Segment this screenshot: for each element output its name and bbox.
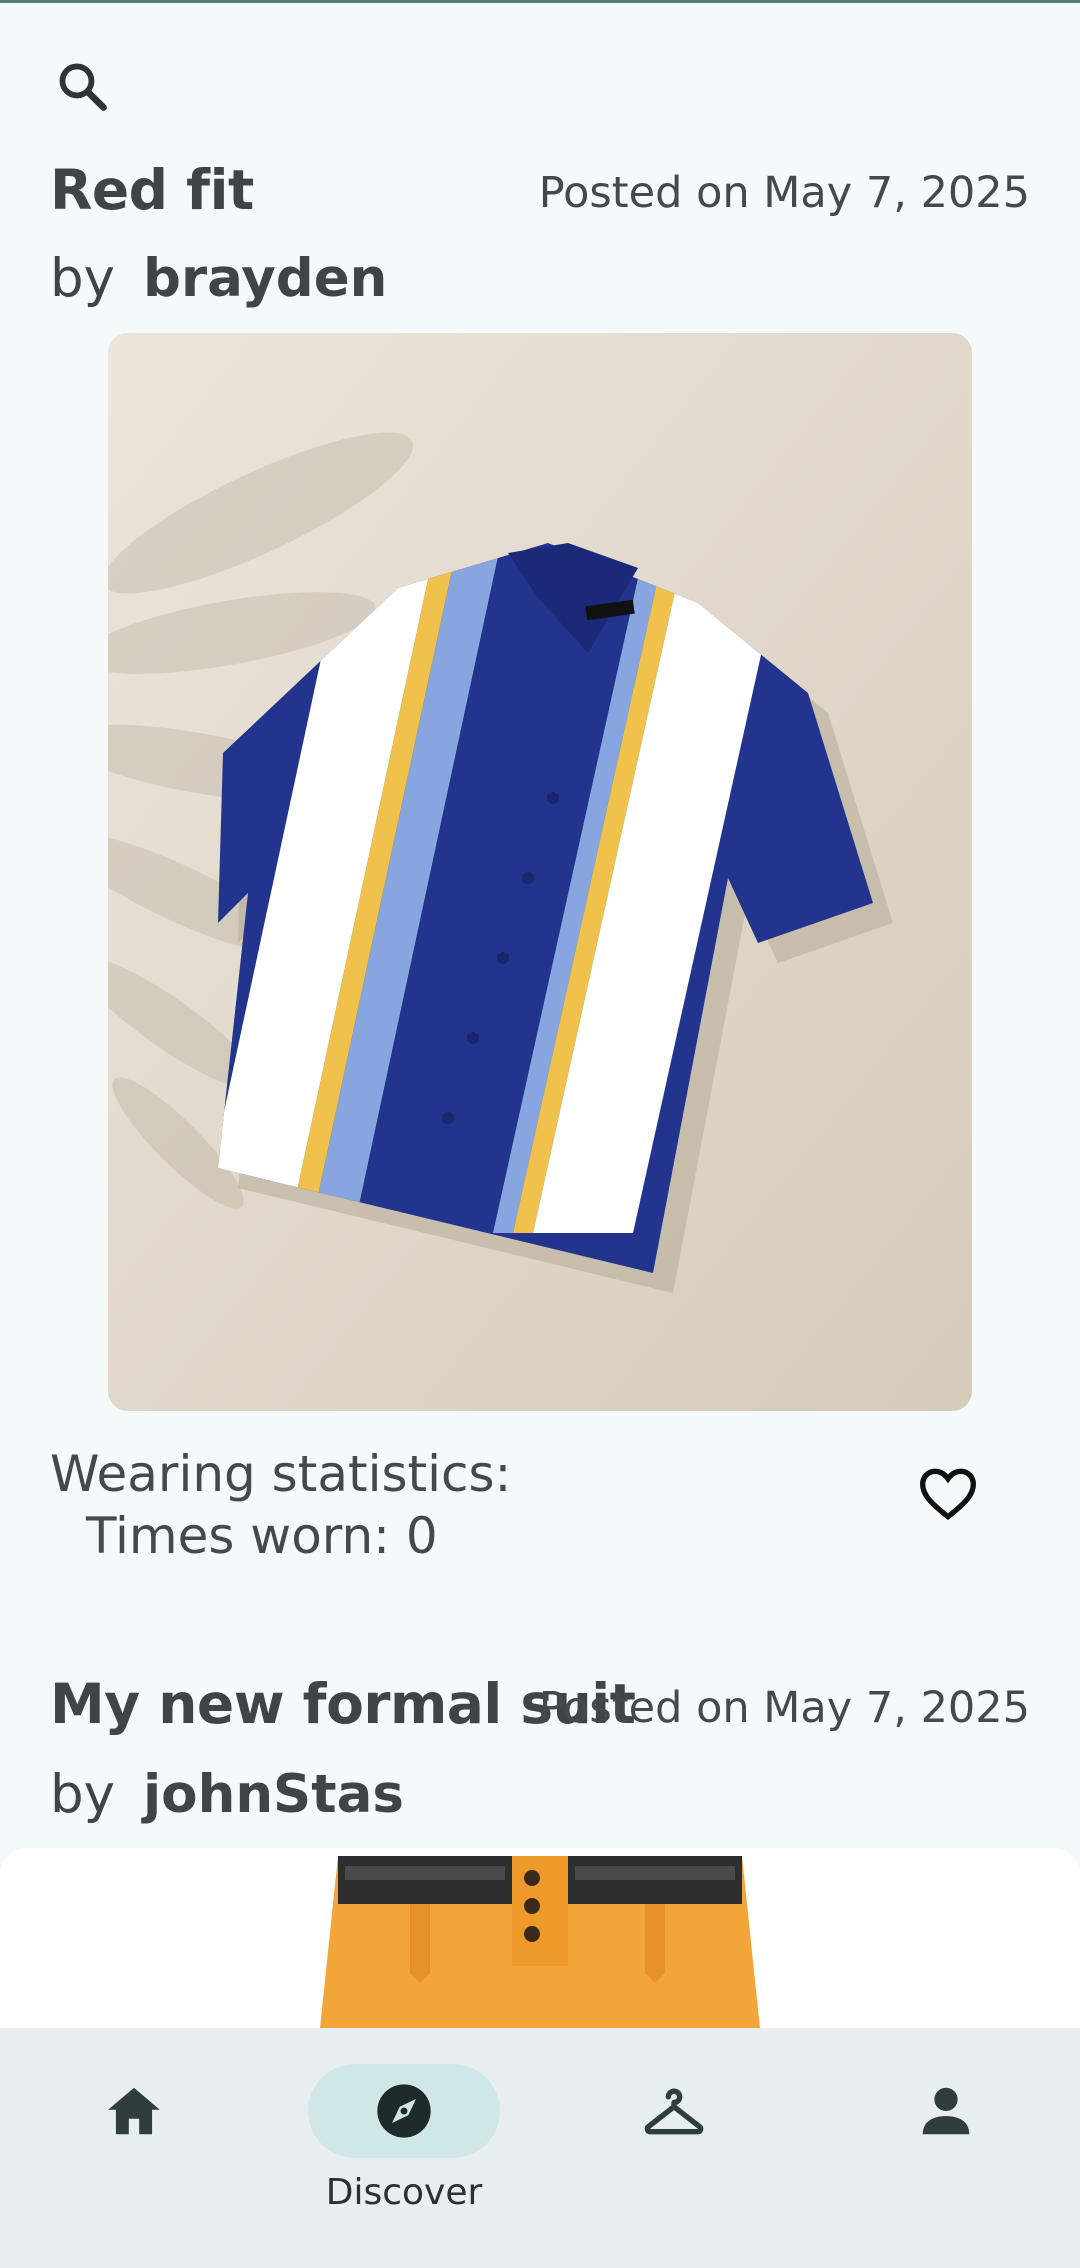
times-worn: Times worn: 0 — [86, 1507, 438, 1565]
post-author-line: by johnStas — [50, 1764, 404, 1825]
nav-item-profile[interactable] — [850, 2028, 1042, 2268]
heart-outline-icon — [919, 1468, 977, 1521]
like-button[interactable] — [912, 1458, 984, 1530]
wearing-statistics: Wearing statistics: Times worn: 0 — [50, 1443, 511, 1567]
outfit-image[interactable] — [0, 1848, 1080, 2028]
stats-heading: Wearing statistics: — [50, 1445, 512, 1503]
search-icon — [59, 63, 107, 111]
nav-item-wardrobe[interactable] — [578, 2028, 770, 2268]
search-button[interactable] — [48, 52, 118, 122]
nav-wardrobe-pill — [578, 2064, 770, 2158]
top-accent-line — [0, 0, 1080, 3]
orange-pants-illustration — [0, 1848, 1080, 2028]
post-author[interactable]: johnStas — [143, 1764, 404, 1825]
post-date: Posted on May 7, 2025 — [538, 168, 1030, 218]
post-author[interactable]: brayden — [143, 248, 387, 309]
nav-discover-pill — [308, 2064, 500, 2158]
nav-item-home[interactable] — [38, 2028, 230, 2268]
by-label: by — [50, 1764, 116, 1825]
striped-shirt-illustration — [108, 333, 972, 1411]
post-date: Posted on May 7, 2025 — [538, 1683, 1030, 1733]
home-icon — [108, 2087, 160, 2135]
post-author-line: by brayden — [50, 248, 387, 309]
nav-label-discover: Discover — [325, 2172, 483, 2213]
post-title: Red fit — [50, 158, 254, 222]
bottom-navigation: Discover — [0, 2028, 1080, 2268]
by-label: by — [50, 248, 116, 309]
outfit-image[interactable] — [108, 333, 972, 1411]
person-icon — [922, 2087, 970, 2135]
nav-profile-pill — [850, 2064, 1042, 2158]
hanger-icon — [644, 2088, 704, 2135]
nav-item-discover[interactable]: Discover — [308, 2028, 500, 2268]
compass-icon — [377, 2084, 431, 2138]
nav-home-pill — [38, 2064, 230, 2158]
